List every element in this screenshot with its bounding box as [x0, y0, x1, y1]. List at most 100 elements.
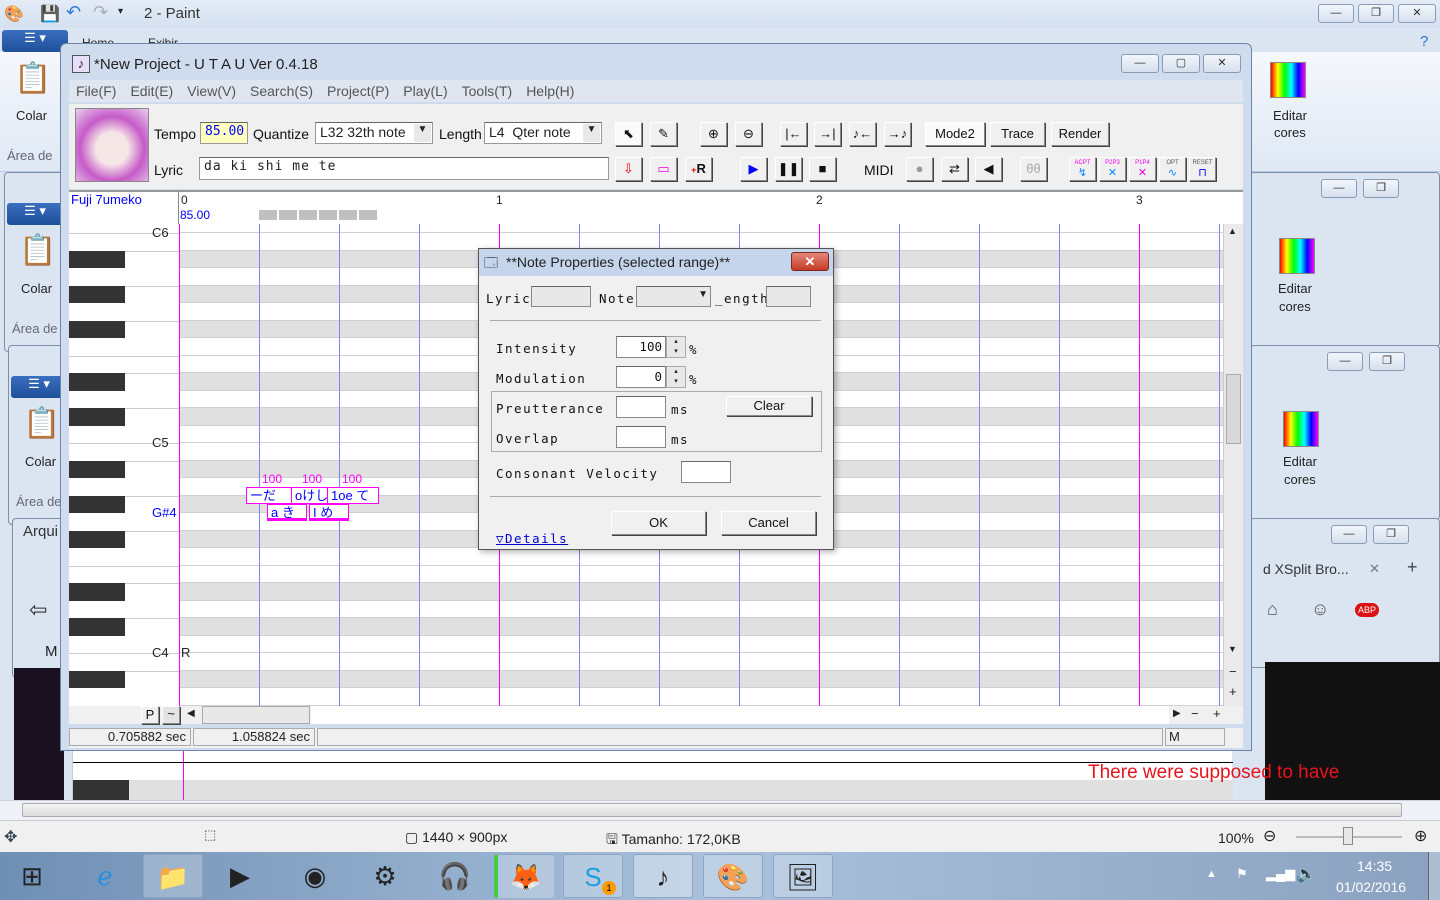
show-desktop-button[interactable] — [1428, 852, 1440, 900]
undo-icon[interactable]: ↶ — [66, 2, 81, 23]
zoom-slider-thumb[interactable] — [1343, 827, 1353, 845]
menu-tools[interactable]: Tools(T) — [455, 80, 520, 102]
insert-note-button[interactable]: ⇩ — [615, 157, 642, 181]
speaker-button[interactable]: ◀ — [975, 157, 1002, 181]
utau-minimize-button[interactable]: — — [1121, 54, 1159, 73]
black-key[interactable] — [69, 320, 125, 339]
browser-tab-xsplit[interactable]: d XSplit Bro... — [1263, 561, 1349, 577]
taskbar-photo-viewer[interactable]: 🖼 — [773, 854, 833, 898]
pitch-toggle-button[interactable]: P — [141, 706, 159, 724]
edit-colors-icon[interactable] — [1270, 62, 1306, 98]
add-rest-button[interactable]: +R — [685, 157, 712, 181]
pause-button[interactable]: ❚❚ — [775, 157, 802, 181]
note[interactable]: ーだ — [246, 487, 294, 504]
help-icon[interactable]: ? — [1420, 33, 1428, 50]
clipboard-icon[interactable]: 📋 — [23, 406, 60, 441]
restore-button[interactable]: ❐ — [1369, 352, 1405, 371]
intensity-input[interactable]: 100 — [616, 336, 666, 358]
note[interactable]: I め — [309, 504, 349, 521]
consonant-velocity-input[interactable] — [681, 461, 731, 483]
scroll-down-icon[interactable]: ▼ — [1228, 644, 1237, 654]
paint-file-menu-button[interactable]: ☰ ▾ — [2, 30, 68, 52]
note[interactable]: 1oe て — [327, 487, 379, 504]
clock-time[interactable]: 14:35 — [1357, 858, 1392, 874]
clear-button[interactable]: Clear — [726, 396, 812, 416]
scroll-right-icon[interactable]: ▶ — [1173, 708, 1181, 719]
adblock-icon[interactable]: ABP — [1355, 603, 1380, 617]
chevron-down-icon[interactable]: ▼ — [583, 124, 600, 142]
taskbar-explorer[interactable]: 📁 — [143, 854, 203, 898]
chevron-down-icon[interactable]: ▼ — [698, 289, 708, 300]
add-note-button[interactable]: ▭ — [650, 157, 677, 181]
reset-button[interactable]: RESET ⊓ — [1189, 157, 1216, 181]
close-tab-icon[interactable]: ✕ — [1369, 561, 1380, 577]
voicebank-avatar[interactable] — [75, 108, 149, 182]
chat-icon[interactable]: ☺ — [1311, 599, 1329, 620]
taskbar-firefox[interactable]: 🦊 — [494, 854, 554, 898]
clipboard-icon[interactable]: 📋 — [19, 233, 56, 268]
vibrato-toggle-button[interactable]: ~ — [162, 706, 180, 724]
menu-help[interactable]: Help(H) — [519, 80, 581, 102]
shrink-note-button[interactable]: ♪← — [849, 122, 876, 146]
taskbar-skype[interactable]: S1 — [563, 854, 623, 898]
black-key[interactable] — [69, 495, 125, 514]
go-end-button[interactable]: →| — [814, 122, 841, 146]
menu-play[interactable]: Play(L) — [396, 80, 454, 102]
edit-colors-icon[interactable] — [1279, 238, 1315, 274]
edit-colors-label-2[interactable]: cores — [1284, 472, 1316, 487]
menu-view[interactable]: View(V) — [180, 80, 243, 102]
extend-note-button[interactable]: →♪ — [884, 122, 911, 146]
mode2-toggle[interactable]: Mode2 — [925, 122, 985, 146]
restore-button[interactable]: ❐ — [1358, 4, 1394, 23]
link-button[interactable]: θθ — [1020, 157, 1047, 181]
horizontal-zoom-out[interactable]: − — [1191, 706, 1199, 721]
home-icon[interactable]: ⌂ — [1267, 599, 1278, 620]
loop-button[interactable]: ⇄ — [941, 157, 968, 181]
horizontal-zoom-in[interactable]: + — [1213, 706, 1221, 721]
edit-colors-label[interactable]: Editar — [1273, 108, 1307, 123]
black-key[interactable] — [69, 460, 125, 479]
close-button[interactable]: ✕ — [1398, 4, 1436, 23]
vertical-zoom-out[interactable]: − — [1229, 664, 1237, 679]
p2p3-button[interactable]: P2P3 ✕ — [1099, 157, 1126, 181]
preutterance-input[interactable] — [616, 396, 666, 418]
network-icon[interactable]: ▂▄▆ — [1266, 866, 1295, 882]
overlap-input[interactable] — [616, 426, 666, 448]
zoom-out-button[interactable]: ⊖ — [1263, 826, 1276, 846]
black-key[interactable] — [69, 530, 125, 549]
menu-search[interactable]: Search(S) — [243, 80, 320, 102]
utau-close-button[interactable]: ✕ — [1203, 54, 1241, 73]
black-key[interactable] — [69, 408, 125, 426]
acpt-button[interactable]: ACPT ↯ — [1069, 157, 1096, 181]
start-button[interactable]: ⊞ — [4, 854, 60, 898]
taskbar-audacity[interactable]: 🎧 — [425, 854, 485, 898]
cancel-button[interactable]: Cancel — [721, 511, 816, 535]
minimize-button[interactable]: — — [1321, 179, 1357, 198]
paste-label[interactable]: Colar — [16, 108, 47, 123]
tempo-input[interactable]: 85.00 — [200, 122, 248, 144]
quantize-select[interactable]: L32 32th note ▼ — [315, 122, 433, 144]
vertical-zoom-in[interactable]: + — [1229, 684, 1237, 699]
stop-button[interactable]: ■ — [809, 157, 836, 181]
edit-colors-label[interactable]: Editar — [1283, 454, 1317, 469]
utau-maximize-button[interactable]: ▢ — [1162, 54, 1200, 73]
restore-button[interactable]: ❐ — [1363, 179, 1399, 198]
paste-label[interactable]: Colar — [21, 281, 52, 296]
piano-keyboard[interactable] — [69, 224, 179, 706]
menu-file[interactable]: File(F) — [69, 80, 123, 102]
intensity-spinner[interactable]: ▴ ▾ — [666, 336, 686, 358]
render-button[interactable]: Render — [1051, 122, 1109, 146]
length-field[interactable] — [766, 286, 811, 307]
taskbar-media-player[interactable]: ▶ — [210, 854, 270, 898]
taskbar-app[interactable]: ◉ — [285, 854, 345, 898]
black-key[interactable] — [69, 583, 125, 601]
quick-access-dropdown-icon[interactable]: ▾ — [118, 6, 123, 17]
scroll-thumb[interactable] — [1226, 374, 1241, 444]
minimize-button[interactable]: — — [1327, 352, 1363, 371]
edit-colors-label-2[interactable]: cores — [1279, 299, 1311, 314]
horizontal-scroll-thumb[interactable] — [202, 706, 310, 724]
taskbar-utau[interactable]: ♪ — [633, 854, 693, 898]
paint-file-menu-button[interactable]: ☰ ▾ — [11, 376, 67, 398]
lyric-input[interactable]: da ki shi me te — [199, 157, 609, 180]
p1p4-button[interactable]: P1P4 ✕ — [1129, 157, 1156, 181]
